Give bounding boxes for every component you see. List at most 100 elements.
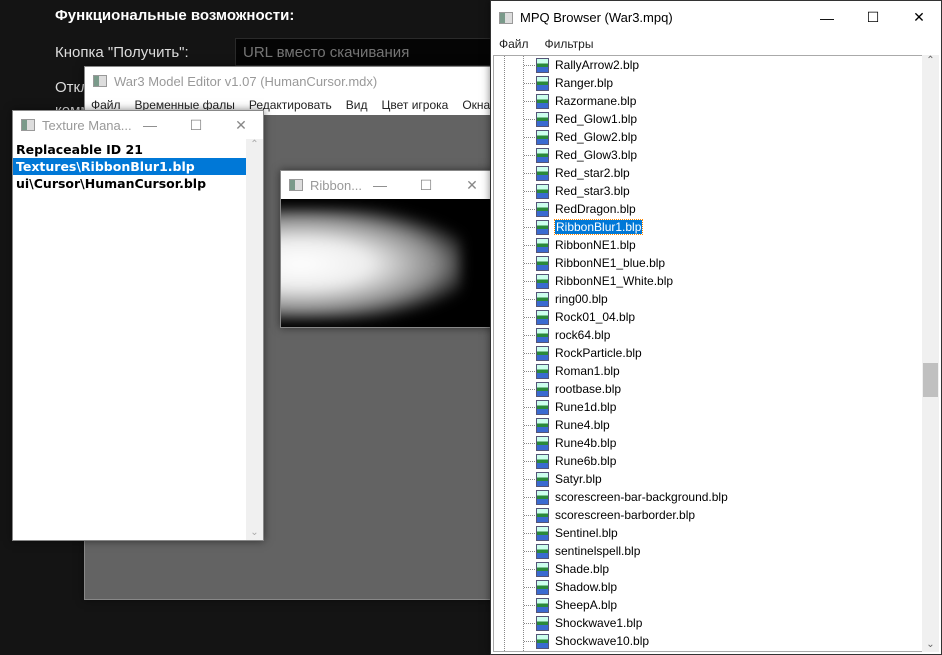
file-item[interactable]: RibbonNE1_White.blp: [494, 272, 673, 290]
image-file-icon: [536, 417, 549, 433]
image-file-icon: [536, 507, 549, 523]
url-input[interactable]: [235, 38, 493, 66]
file-item[interactable]: Satyr.blp: [494, 470, 602, 488]
file-item[interactable]: RibbonBlur1.blp: [494, 218, 644, 236]
file-tree[interactable]: RallyArrow2.blp Ranger.blp Razormane.blp Re…: [493, 55, 923, 652]
image-file-icon: [536, 111, 549, 127]
file-item[interactable]: RibbonNE1_blue.blp: [494, 254, 665, 272]
menu-file[interactable]: Файл: [499, 37, 529, 51]
menu-windows[interactable]: Окна: [462, 98, 490, 112]
file-item[interactable]: Shadow.blp: [494, 578, 617, 596]
texture-manager-titlebar[interactable]: Texture Mana... — ☐ ✕: [13, 111, 263, 139]
image-file-icon: [536, 363, 549, 379]
file-item[interactable]: Rune4.blp: [494, 416, 610, 434]
file-item[interactable]: Red_star2.blp: [494, 164, 630, 182]
file-name: SheepA.blp: [555, 598, 618, 612]
close-button[interactable]: ✕: [449, 171, 495, 199]
maximize-button[interactable]: ☐: [173, 111, 219, 139]
file-item[interactable]: Shockwave1.blp: [494, 614, 642, 632]
file-name: Ranger.blp: [555, 76, 614, 90]
file-name: Red_Glow1.blp: [555, 112, 638, 126]
file-item[interactable]: sentinelspell.blp: [494, 542, 640, 560]
maximize-button[interactable]: ☐: [850, 1, 896, 34]
file-item[interactable]: RibbonNE1.blp: [494, 236, 636, 254]
texture-item-selected[interactable]: Textures\RibbonBlur1.blp: [13, 158, 247, 175]
file-item[interactable]: Rune6b.blp: [494, 452, 616, 470]
image-file-icon: [536, 255, 549, 271]
file-item[interactable]: Shockwave10.blp: [494, 632, 649, 650]
texture-list[interactable]: Replaceable ID 21 Textures\RibbonBlur1.b…: [13, 141, 247, 192]
get-button-label: Кнопка "Получить":: [55, 44, 189, 61]
ribbon-preview-window: Ribbon... — ☐ ✕: [280, 170, 495, 328]
file-name: Red_Glow3.blp: [555, 148, 638, 162]
texture-preview-image: [281, 199, 494, 327]
file-item[interactable]: rootbase.blp: [494, 380, 621, 398]
file-item[interactable]: RockParticle.blp: [494, 344, 642, 362]
image-file-icon: [536, 309, 549, 325]
file-item[interactable]: Shade.blp: [494, 560, 609, 578]
app-icon: [21, 119, 35, 131]
image-file-icon: [536, 489, 549, 505]
close-button[interactable]: ✕: [218, 111, 264, 139]
file-name: RockParticle.blp: [555, 346, 642, 360]
file-item[interactable]: Red_star3.blp: [494, 182, 630, 200]
image-file-icon: [536, 561, 549, 577]
file-item[interactable]: Sentinel.blp: [494, 524, 618, 542]
scrollbar[interactable]: ⌃ ⌄: [246, 139, 263, 540]
editor-titlebar[interactable]: War3 Model Editor v1.07 (HumanCursor.mdx…: [85, 67, 503, 95]
file-item[interactable]: Razormane.blp: [494, 92, 636, 110]
scroll-down-icon[interactable]: ⌄: [922, 639, 939, 650]
menu-player-color[interactable]: Цвет игрока: [381, 98, 448, 112]
file-item[interactable]: rock64.blp: [494, 326, 610, 344]
file-item[interactable]: Rune4b.blp: [494, 434, 616, 452]
maximize-button[interactable]: ☐: [403, 171, 449, 199]
file-item[interactable]: Red_Glow3.blp: [494, 146, 637, 164]
image-file-icon: [536, 597, 549, 613]
image-file-icon: [536, 543, 549, 559]
texture-item[interactable]: Replaceable ID 21: [13, 141, 247, 158]
texture-item[interactable]: ui\Cursor\HumanCursor.blp: [13, 175, 247, 192]
file-name: Shockwave10.blp: [555, 634, 650, 648]
menu-filters[interactable]: Фильтры: [545, 37, 594, 51]
image-file-icon: [536, 93, 549, 109]
file-item[interactable]: RedDragon.blp: [494, 200, 636, 218]
minimize-button[interactable]: —: [127, 111, 173, 139]
image-file-icon: [536, 381, 549, 397]
file-name: Sentinel.blp: [555, 526, 618, 540]
file-item[interactable]: scorescreen-bar-background.blp: [494, 488, 728, 506]
menu-view[interactable]: Вид: [346, 98, 368, 112]
file-item[interactable]: ring00.blp: [494, 290, 608, 308]
minimize-button[interactable]: —: [357, 171, 403, 199]
close-button[interactable]: ✕: [896, 1, 942, 34]
mpq-titlebar[interactable]: MPQ Browser (War3.mpq) — ☐ ✕: [491, 1, 941, 34]
file-item[interactable]: scorescreen-barborder.blp: [494, 506, 695, 524]
app-icon: [289, 179, 303, 191]
app-icon: [499, 11, 513, 24]
mpq-menubar: Файл Фильтры: [491, 34, 941, 54]
mpq-scrollbar[interactable]: ⌃ ⌄: [922, 55, 939, 652]
file-name: RallyArrow2.blp: [555, 58, 640, 72]
image-file-icon: [536, 147, 549, 163]
texture-manager-title: Texture Mana...: [42, 117, 132, 133]
image-file-icon: [536, 453, 549, 469]
scrollbar-thumb[interactable]: [923, 363, 938, 398]
file-item[interactable]: Red_Glow1.blp: [494, 110, 637, 128]
file-item[interactable]: Red_Glow2.blp: [494, 128, 637, 146]
ribbon-titlebar[interactable]: Ribbon... — ☐ ✕: [281, 171, 494, 199]
file-item[interactable]: Rune1d.blp: [494, 398, 616, 416]
image-file-icon: [536, 579, 549, 595]
file-name: Rune4.blp: [555, 418, 610, 432]
file-name: sentinelspell.blp: [555, 544, 641, 558]
file-item[interactable]: SheepA.blp: [494, 596, 617, 614]
image-file-icon: [536, 615, 549, 631]
scroll-up-icon[interactable]: ⌃: [922, 55, 939, 66]
file-item[interactable]: RallyArrow2.blp: [494, 56, 639, 74]
image-file-icon: [536, 471, 549, 487]
file-name: ring00.blp: [555, 292, 608, 306]
file-item[interactable]: Ranger.blp: [494, 74, 613, 92]
image-file-icon: [536, 57, 549, 73]
minimize-button[interactable]: —: [804, 1, 850, 34]
file-item[interactable]: Roman1.blp: [494, 362, 620, 380]
image-file-icon: [536, 525, 549, 541]
file-item[interactable]: Rock01_04.blp: [494, 308, 635, 326]
